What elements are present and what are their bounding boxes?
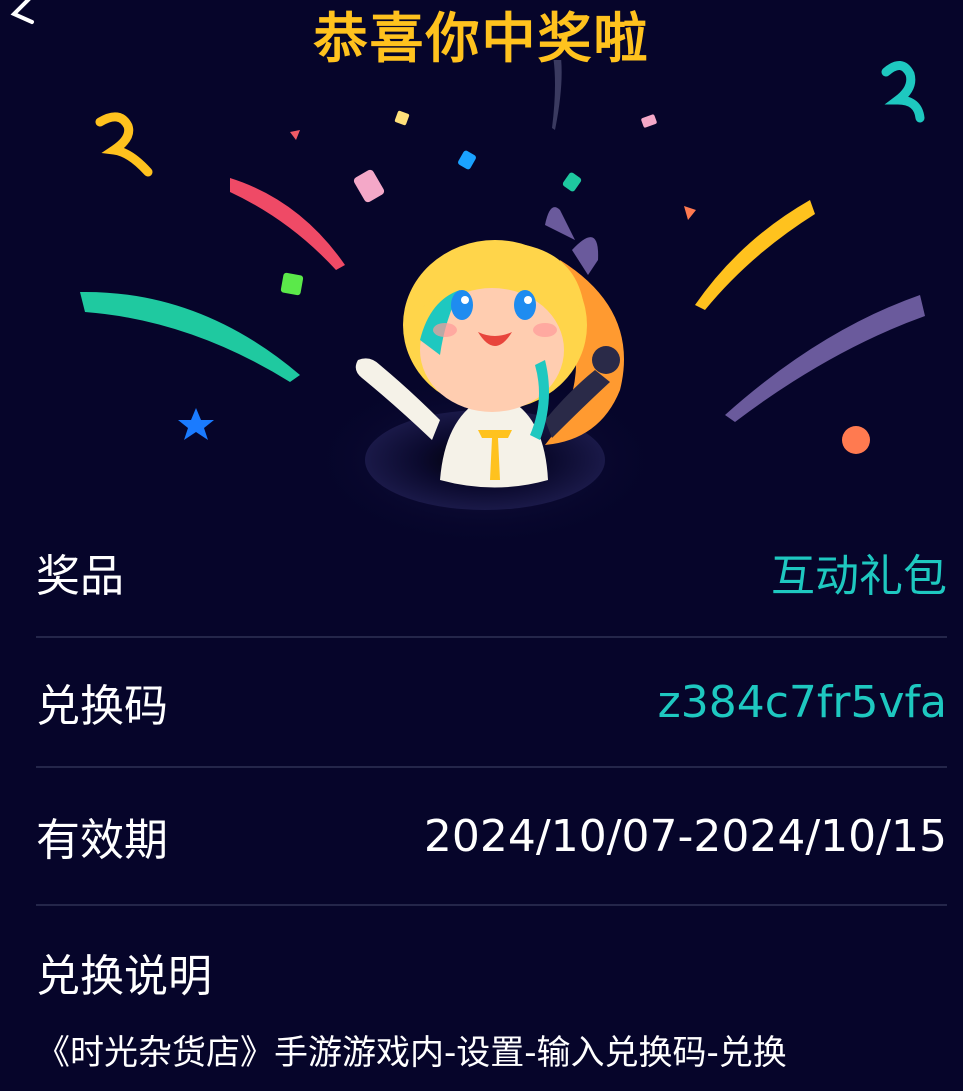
redeem-code-value[interactable]: z384c7fr5vfa	[658, 677, 947, 728]
code-label: 兑换码	[36, 681, 168, 732]
prize-row: 奖品 互动礼包	[36, 508, 947, 638]
validity-row: 有效期 2024/10/07-2024/10/15	[36, 768, 947, 906]
instructions-text: 《时光杂货店》手游游戏内-设置-输入兑换码-兑换	[36, 1033, 787, 1073]
prize-value: 互动礼包	[771, 551, 947, 602]
prize-label: 奖品	[36, 551, 124, 602]
celebration-illustration	[80, 60, 925, 550]
validity-value: 2024/10/07-2024/10/15	[423, 810, 947, 862]
validity-label: 有效期	[36, 815, 168, 866]
code-row: 兑换码 z384c7fr5vfa	[36, 638, 947, 768]
instructions-title: 兑换说明	[36, 951, 212, 1002]
